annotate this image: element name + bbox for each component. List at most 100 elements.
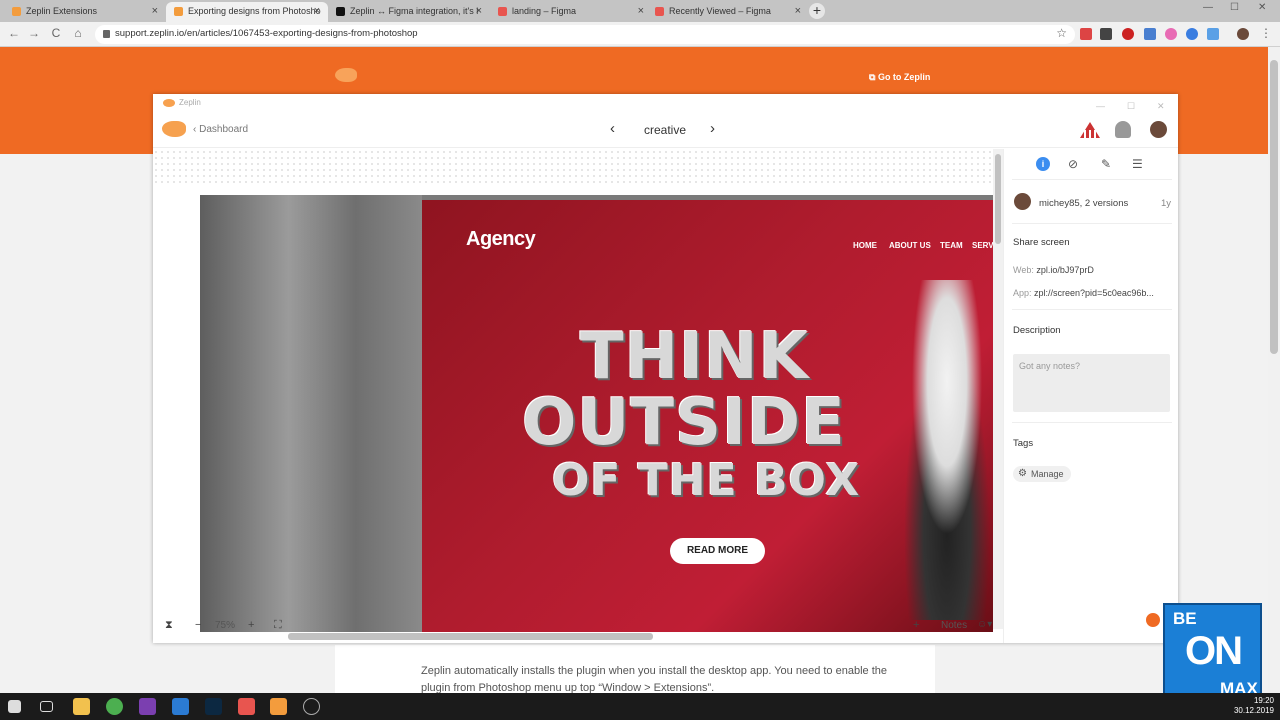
translate-extension-icon[interactable] [1144, 28, 1156, 40]
tab-zeplin-extensions[interactable]: Zeplin Extensions × [4, 2, 166, 22]
tab-recently-viewed-figma[interactable]: Recently Viewed – Figma × [647, 2, 809, 22]
notifications-bell-icon[interactable] [1115, 121, 1131, 138]
watermark-on: ON [1185, 629, 1243, 673]
go-to-zeplin-link[interactable]: ⧉ Go to Zeplin [869, 72, 930, 83]
hero-section: Agency HOME ABOUT US TEAM SERVI THINK OU… [422, 200, 993, 632]
screen-name: creative [644, 123, 687, 137]
tab-close-icon[interactable]: × [476, 2, 482, 20]
design-canvas[interactable]: Agency HOME ABOUT US TEAM SERVI THINK OU… [153, 149, 993, 634]
system-clock[interactable]: 19:20 30.12.2019 [1234, 696, 1274, 716]
canvas-scrollbar-thumb[interactable] [995, 154, 1001, 244]
browser-minimize-icon[interactable]: — [1203, 2, 1213, 13]
zoom-out-button[interactable]: − [195, 619, 201, 631]
browser-tab-bar: Zeplin Extensions × Exporting designs fr… [0, 0, 1280, 22]
figma-icon[interactable] [238, 698, 255, 715]
divider [1012, 422, 1172, 423]
bookmark-star-icon[interactable]: ☆ [1056, 26, 1067, 40]
app-link-value[interactable]: zpl://screen?pid=5c0eac96b... [1034, 288, 1154, 298]
chrome-icon[interactable] [106, 698, 123, 715]
file-explorer-icon[interactable] [73, 698, 90, 715]
figma-favicon-icon [655, 7, 664, 16]
web-link-row[interactable]: Web: zpl.io/bJ97prD [1013, 265, 1094, 275]
color-extension-icon[interactable] [1165, 28, 1177, 40]
home-icon[interactable]: ⌂ [70, 26, 86, 40]
clock-date: 30.12.2019 [1233, 706, 1274, 715]
zeplin-taskbar-icon[interactable] [270, 698, 287, 715]
article-body: Zeplin automatically installs the plugin… [335, 645, 935, 694]
tab-close-icon[interactable]: × [152, 2, 158, 20]
description-input[interactable]: Got any notes? [1013, 354, 1170, 412]
onenote-icon[interactable] [139, 698, 156, 715]
reload-icon[interactable]: C [48, 26, 64, 40]
design-nav-team[interactable]: TEAM [940, 241, 963, 250]
color-picker-tab-icon[interactable]: ✎ [1101, 157, 1115, 171]
project-icon[interactable] [1079, 121, 1101, 139]
windows-start-icon[interactable] [8, 700, 21, 713]
url-text: support.zeplin.io/en/articles/1067453-ex… [115, 28, 418, 39]
dashboard-back-link[interactable]: ‹ Dashboard [193, 124, 248, 135]
zeplin-logo-icon[interactable] [162, 121, 186, 137]
manage-tags-button[interactable]: ⚙ Manage [1013, 466, 1071, 482]
gmail-extension-icon[interactable] [1080, 28, 1092, 40]
address-bar[interactable]: support.zeplin.io/en/articles/1067453-ex… [95, 25, 1075, 44]
author-versions[interactable]: michey85, 2 versions [1039, 198, 1128, 209]
info-extension-icon[interactable] [1100, 28, 1112, 40]
design-nav-services[interactable]: SERVI [972, 241, 993, 250]
profile-avatar[interactable] [1237, 28, 1249, 40]
zeplin-logo-icon[interactable] [335, 68, 357, 82]
info-tab-icon[interactable]: i [1036, 157, 1050, 171]
task-view-icon[interactable] [40, 701, 53, 712]
fit-screen-icon[interactable]: ⛶ [274, 619, 282, 632]
notes-toggle[interactable]: Notes [941, 620, 967, 631]
app-link-row[interactable]: App: zpl://screen?pid=5c0eac96b... [1013, 288, 1154, 298]
cloud-extension-icon[interactable] [1207, 28, 1219, 40]
zoom-level[interactable]: 75% [215, 620, 235, 631]
comments-tab-icon[interactable]: ☰ [1132, 157, 1146, 171]
design-nav-about[interactable]: ABOUT US [889, 241, 931, 250]
headline-outside[interactable]: OUTSIDE [522, 386, 846, 460]
add-note-button[interactable]: + [913, 619, 919, 631]
tab-close-icon[interactable]: × [314, 2, 320, 20]
hourglass-icon[interactable]: ⧗ [165, 619, 173, 632]
zeplin-favicon-icon [174, 7, 183, 16]
headline-of-the-box[interactable]: OF THE BOX [552, 455, 860, 506]
go-to-zeplin-label: Go to Zeplin [877, 72, 931, 82]
dashboard-label: Dashboard [199, 124, 249, 135]
design-artboard[interactable]: Agency HOME ABOUT US TEAM SERVI THINK OU… [200, 195, 993, 632]
emoji-icon[interactable]: ☺▾ [977, 619, 992, 630]
design-nav-home[interactable]: HOME [853, 241, 877, 250]
forward-icon[interactable]: → [26, 26, 42, 40]
vpn-extension-icon[interactable] [1186, 28, 1198, 40]
browser-menu-icon[interactable]: ⋮ [1258, 26, 1274, 40]
photoshop-icon[interactable] [205, 698, 222, 715]
app-taskbar-icon[interactable] [303, 698, 320, 715]
next-screen-button[interactable]: › [710, 120, 715, 137]
browser-maximize-icon[interactable]: ☐ [1230, 2, 1239, 13]
vscode-icon[interactable] [172, 698, 189, 715]
app-label: App: [1013, 288, 1032, 298]
help-lifebuoy-icon[interactable] [1142, 609, 1164, 631]
tab-exporting-designs[interactable]: Exporting designs from Photosho × [166, 2, 328, 22]
page-scrollbar-thumb[interactable] [1270, 60, 1278, 354]
divider [1012, 223, 1172, 224]
read-more-button[interactable]: READ MORE [670, 538, 765, 564]
channel-watermark: BE ON MAX [1163, 603, 1262, 700]
new-tab-button[interactable]: + [809, 3, 825, 19]
user-avatar[interactable] [1150, 121, 1167, 138]
styleguide-tab-icon[interactable]: ⊘ [1068, 157, 1082, 171]
tab-close-icon[interactable]: × [795, 2, 801, 20]
back-icon[interactable]: ← [6, 26, 22, 40]
tab-landing-figma[interactable]: landing – Figma × [490, 2, 652, 22]
headline-think[interactable]: THINK [580, 320, 809, 394]
web-link-value[interactable]: zpl.io/bJ97prD [1036, 265, 1094, 275]
design-brand-logo[interactable]: Agency [466, 228, 536, 251]
description-heading: Description [1013, 325, 1061, 336]
record-extension-icon[interactable] [1122, 28, 1134, 40]
zoom-in-button[interactable]: + [248, 619, 254, 631]
hero-person-image[interactable] [892, 280, 993, 620]
browser-close-icon[interactable]: ✕ [1258, 2, 1266, 13]
previous-screen-button[interactable]: ‹ [610, 120, 615, 137]
tab-zeplin-figma[interactable]: Zeplin ↔ Figma integration, it's l × [328, 2, 490, 22]
tab-close-icon[interactable]: × [638, 2, 644, 20]
zeplin-app-icon [163, 99, 175, 107]
